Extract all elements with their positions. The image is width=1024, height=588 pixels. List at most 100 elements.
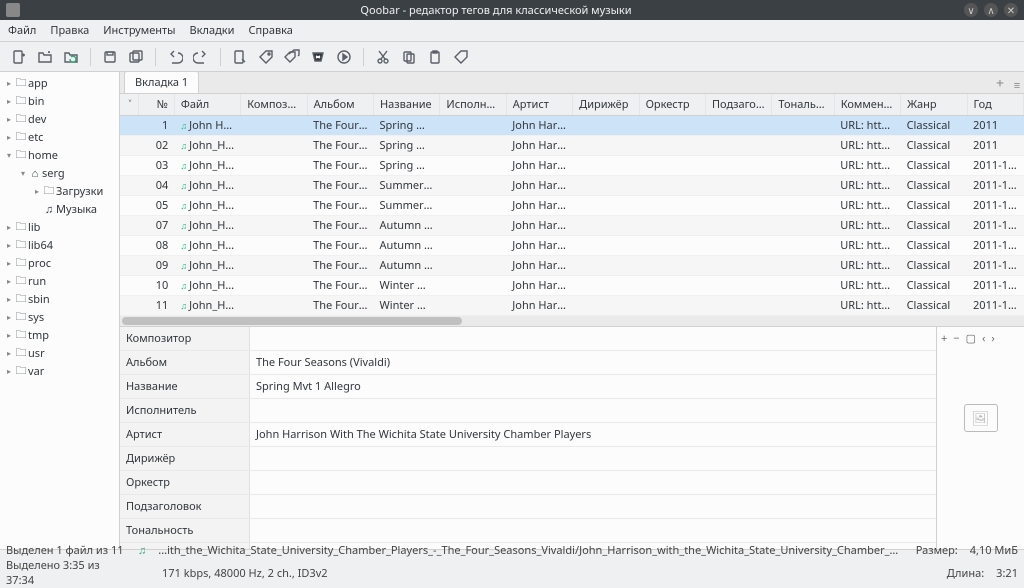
expand-icon[interactable]: ▸ — [4, 78, 14, 89]
column-header[interactable]: Альбом — [307, 94, 373, 116]
column-header[interactable]: Комментарий — [834, 94, 900, 116]
detail-value[interactable]: John Harrison With The Wichita State Uni… — [250, 423, 936, 446]
tree-item-etc[interactable]: ▸🗀etc — [0, 128, 119, 146]
save-icon[interactable] — [99, 46, 121, 68]
add-tab-icon[interactable]: + — [990, 74, 1010, 93]
paste-tag-icon[interactable] — [450, 46, 472, 68]
tree-item-Музыка[interactable]: ♫Музыка — [0, 200, 119, 218]
art-copy-icon[interactable]: ▢ — [966, 331, 976, 346]
column-header[interactable]: Год — [967, 94, 1024, 116]
close-icon[interactable]: ✕ — [1004, 3, 1018, 17]
menu-file[interactable]: Файл — [8, 23, 36, 38]
art-add-icon[interactable]: + — [941, 331, 947, 346]
detail-row-orchestra[interactable]: Оркестр — [120, 471, 936, 495]
column-header[interactable]: Оркестр — [639, 94, 705, 116]
column-header[interactable]: Исполнитель — [440, 94, 506, 116]
tab-menu-icon[interactable]: ≡ — [1010, 78, 1024, 93]
expand-icon[interactable]: ▸ — [4, 258, 14, 269]
table-row[interactable]: 08♫John_Harri...The Four Sea...Autumn Mv… — [120, 236, 1024, 256]
column-header[interactable]: Жанр — [901, 94, 967, 116]
menu-edit[interactable]: Правка — [50, 23, 89, 38]
save-all-icon[interactable] — [125, 46, 147, 68]
art-next-icon[interactable]: › — [991, 331, 994, 346]
clear-tag-icon[interactable] — [307, 46, 329, 68]
expand-icon[interactable]: ▸ — [4, 276, 14, 287]
detail-value[interactable] — [250, 447, 936, 470]
tree-item-var[interactable]: ▸🗀var — [0, 362, 119, 380]
expand-icon[interactable]: ▸ — [4, 330, 14, 341]
expand-icon[interactable]: ▸ — [4, 348, 14, 359]
tree-item-serg[interactable]: ▾⌂serg — [0, 164, 119, 182]
column-header[interactable]: Композитор — [241, 94, 307, 116]
art-prev-icon[interactable]: ‹ — [982, 331, 985, 346]
expand-icon[interactable]: ▸ — [4, 132, 14, 143]
tree-item-tmp[interactable]: ▸🗀tmp — [0, 326, 119, 344]
detail-row-performer[interactable]: Исполнитель — [120, 399, 936, 423]
table-row[interactable]: 05♫John_Harri...The Four Sea...Summer Mv… — [120, 196, 1024, 216]
tag-multi-icon[interactable] — [281, 46, 303, 68]
cut-icon[interactable] — [372, 46, 394, 68]
play-icon[interactable] — [333, 46, 355, 68]
detail-value[interactable] — [250, 495, 936, 518]
tree-item-dev[interactable]: ▸🗀dev — [0, 110, 119, 128]
expand-icon[interactable]: ▸ — [4, 366, 14, 377]
tree-item-sbin[interactable]: ▸🗀sbin — [0, 290, 119, 308]
expand-icon[interactable]: ▸ — [4, 312, 14, 323]
detail-row-conductor[interactable]: Дирижёр — [120, 447, 936, 471]
detail-row-title[interactable]: НазваниеSpring Mvt 1 Allegro — [120, 375, 936, 399]
menu-tabs[interactable]: Вкладки — [190, 23, 235, 38]
expand-icon[interactable]: ▸ — [32, 186, 42, 197]
detail-row-album[interactable]: АльбомThe Four Seasons (Vivaldi) — [120, 351, 936, 375]
menu-help[interactable]: Справка — [248, 23, 292, 38]
detail-value[interactable] — [250, 471, 936, 494]
table-row[interactable]: 04♫John_Harri...The Four Sea...Summer Mv… — [120, 176, 1024, 196]
table-row[interactable]: 11♫John_Harri...The Four Sea...Winter Mv… — [120, 296, 1024, 316]
track-table[interactable]: ˅№ФайлКомпозиторАльбомНазваниеИсполнител… — [120, 94, 1024, 316]
tree-item-sys[interactable]: ▸🗀sys — [0, 308, 119, 326]
add-folder-icon[interactable] — [34, 46, 56, 68]
expand-icon[interactable]: ▸ — [4, 96, 14, 107]
expand-icon[interactable]: ▸ — [4, 222, 14, 233]
detail-row-key[interactable]: Тональность — [120, 519, 936, 543]
col-sort[interactable]: ˅ — [120, 94, 138, 116]
expand-icon[interactable]: ▾ — [4, 150, 14, 161]
tag-icon[interactable] — [255, 46, 277, 68]
detail-value[interactable] — [250, 327, 936, 350]
tab-1[interactable]: Вкладка 1 — [124, 72, 199, 93]
detail-value[interactable] — [250, 399, 936, 422]
column-header[interactable]: Артист — [506, 94, 572, 116]
detail-row-artist[interactable]: АртистJohn Harrison With The Wichita Sta… — [120, 423, 936, 447]
column-header[interactable]: Тональность — [772, 94, 834, 116]
table-row[interactable]: 10♫John_Harri...The Four Sea...Winter Mv… — [120, 276, 1024, 296]
art-remove-icon[interactable]: − — [953, 331, 959, 346]
column-header[interactable]: № — [138, 94, 174, 116]
menu-tools[interactable]: Инструменты — [103, 23, 175, 38]
column-header[interactable]: Название — [374, 94, 440, 116]
tree-item-lib64[interactable]: ▸🗀lib64 — [0, 236, 119, 254]
tree-item-home[interactable]: ▾🗀home — [0, 146, 119, 164]
horizontal-scrollbar[interactable] — [120, 316, 1024, 326]
detail-row-composer[interactable]: Композитор — [120, 327, 936, 351]
paste-icon[interactable] — [424, 46, 446, 68]
expand-icon[interactable]: ▾ — [18, 168, 28, 179]
table-row[interactable]: 02♫John_Harri...The Four Sea...Spring Mv… — [120, 136, 1024, 156]
table-row[interactable]: 07♫John_Harri...The Four Sea...Autumn Mv… — [120, 216, 1024, 236]
minimize-icon[interactable]: ∨ — [964, 3, 978, 17]
table-row[interactable]: 1♫John Harr...The Four Sea...Spring Mvt … — [120, 116, 1024, 136]
redo-icon[interactable] — [190, 46, 212, 68]
edit-tags-icon[interactable] — [229, 46, 251, 68]
tree-item-lib[interactable]: ▸🗀lib — [0, 218, 119, 236]
expand-icon[interactable]: ▸ — [4, 294, 14, 305]
detail-value[interactable] — [250, 519, 936, 542]
tree-item-Загрузки[interactable]: ▸🗀Загрузки — [0, 182, 119, 200]
expand-icon[interactable]: ▸ — [4, 114, 14, 125]
column-header[interactable]: Дирижёр — [573, 94, 639, 116]
detail-row-subtitle[interactable]: Подзаголовок — [120, 495, 936, 519]
tree-item-bin[interactable]: ▸🗀bin — [0, 92, 119, 110]
tree-item-app[interactable]: ▸🗀app — [0, 74, 119, 92]
refresh-folder-icon[interactable] — [60, 46, 82, 68]
add-file-icon[interactable] — [8, 46, 30, 68]
detail-value[interactable]: The Four Seasons (Vivaldi) — [250, 351, 936, 374]
expand-icon[interactable]: ▸ — [4, 240, 14, 251]
tree-item-run[interactable]: ▸🗀run — [0, 272, 119, 290]
